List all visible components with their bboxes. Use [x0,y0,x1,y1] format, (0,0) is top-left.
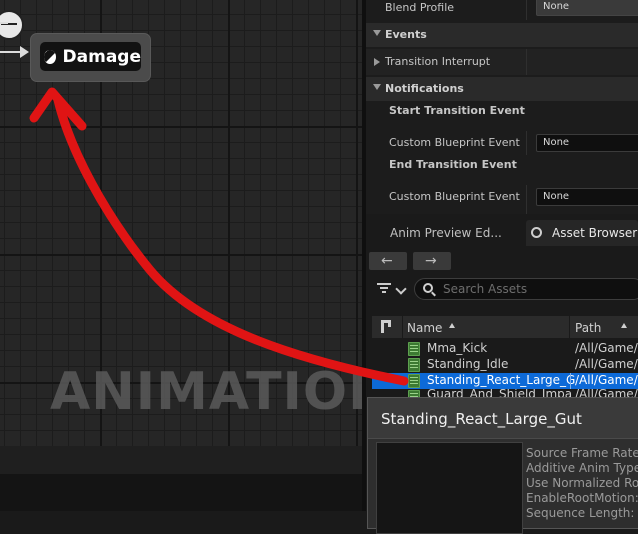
start-transition-event-row: Start Transition Event [366,101,638,131]
end-transition-event-label: End Transition Event [389,158,517,171]
tooltip-line: Additive Anim Type: [526,461,638,475]
start-transition-event-label: Start Transition Event [389,104,525,117]
wire-stub [0,22,8,24]
asset-row-selected[interactable]: Standing_React_Large_G /All/Game/ [372,373,638,389]
entry-pin-icon[interactable] [0,10,24,40]
asset-path: /All/Game/ [575,341,638,355]
custom-blueprint-event-row-1: Custom Blueprint Event None [366,131,638,155]
state-icon [44,49,56,64]
custom-blueprint-event-combo-1[interactable]: None [536,134,638,152]
blend-profile-label: Blend Profile [385,1,455,14]
tooltip-line: EnableRootMotion: F [526,491,638,505]
arrow-right-icon: → [425,253,437,269]
chevron-right-icon [374,58,380,66]
details-panel: Blend Profile None Events Transition Int… [362,0,638,214]
anim-sequence-icon [408,358,420,372]
tab-anim-preview[interactable]: Anim Preview Ed... [380,220,516,246]
tab-asset-browser-label: Asset Browser [552,226,638,240]
forward-button[interactable]: → [413,252,451,270]
path-column-label: Path [575,321,602,335]
source-control-column-header[interactable] [372,316,402,338]
notifications-section-label: Notifications [385,82,464,95]
asset-name: Guard_And_Shield_Impa [427,389,573,397]
sort-ascending-icon [449,323,455,328]
custom-blueprint-event-row-2: Custom Blueprint Event None [366,185,638,214]
notifications-section[interactable]: Notifications [366,77,638,101]
tooltip-line: Sequence Length: 1 [526,506,638,520]
asset-row[interactable]: Standing_Idle /All/Game/ [372,357,638,373]
path-column-header[interactable]: Path [570,316,638,338]
asset-thumbnail [376,442,523,534]
asset-path: /All/Game/ [575,373,638,387]
folder-search-icon [531,227,542,238]
blend-profile-row: Blend Profile None [366,0,638,20]
anim-sequence-icon [408,374,420,388]
search-placeholder: Search Assets [443,282,528,296]
events-section-label: Events [385,28,427,41]
wire-arrow-icon [0,51,22,53]
events-section[interactable]: Events [366,23,638,47]
filter-button[interactable] [376,282,410,298]
asset-name: Standing_React_Large_G [427,373,576,387]
sort-ascending-icon [621,323,627,328]
graph-bottom-bar [0,446,362,511]
state-node-damage[interactable]: Damage [31,34,150,81]
custom-blueprint-event-label: Custom Blueprint Event [389,190,520,203]
blend-profile-combo[interactable]: None [536,0,638,16]
branch-icon-fork [384,320,391,327]
tab-anim-preview-label: Anim Preview Ed... [390,226,502,240]
tab-asset-browser[interactable]: Asset Browser [526,220,638,246]
asset-tooltip: Standing_React_Large_Gut Source Frame Ra… [367,397,638,534]
chevron-down-icon [373,30,381,36]
tooltip-header: Standing_React_Large_Gut [368,398,638,439]
search-input[interactable]: Search Assets [414,278,638,300]
animation-graph[interactable]: Damage ANIMATION [0,0,362,446]
custom-blueprint-event-label: Custom Blueprint Event [389,136,520,149]
asset-path: /All/Game/ [575,389,638,397]
anim-sequence-icon [408,390,420,397]
asset-name: Standing_Idle [427,357,509,371]
transition-interrupt-label: Transition Interrupt [385,55,491,68]
name-column-label: Name [407,321,443,335]
name-column-header[interactable]: Name [403,316,569,338]
state-node-body: Damage [40,42,141,71]
column-divider [570,373,571,389]
state-node-label: Damage [62,46,141,67]
chevron-down-icon [373,84,381,90]
graph-watermark: ANIMATION [50,362,362,422]
tooltip-title: Standing_React_Large_Gut [381,410,582,428]
back-button[interactable]: ← [369,252,407,270]
asset-row[interactable]: Mma_Kick /All/Game/ [372,341,638,357]
custom-blueprint-event-combo-2[interactable]: None [536,188,638,206]
anim-sequence-icon [408,342,420,356]
end-transition-event-row: End Transition Event [366,155,638,185]
arrow-left-icon: ← [381,253,393,269]
asset-path: /All/Game/ [575,357,638,371]
chevron-down-icon [395,283,407,295]
asset-name: Mma_Kick [427,341,488,355]
search-icon-handle [431,291,436,297]
tooltip-line: Use Normalized Roo [526,476,638,490]
wire-arrowhead-icon [20,46,29,58]
asset-row[interactable]: Guard_And_Shield_Impa /All/Game/ [372,389,638,397]
filter-icon [377,282,391,294]
tooltip-line: Source Frame Rate: [526,446,638,460]
transition-interrupt-row[interactable]: Transition Interrupt [366,49,638,75]
